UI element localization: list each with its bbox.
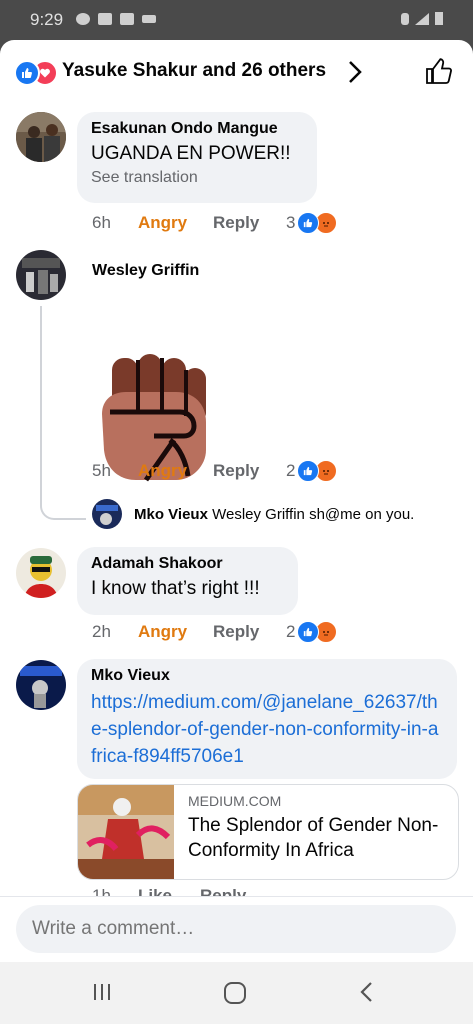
reaction-count[interactable]: 2 [286,461,295,481]
reaction-button[interactable]: Angry [138,622,213,642]
comment-author[interactable]: Adamah Shakoor [91,555,284,573]
like-reaction-icon [297,460,320,482]
reaction-button[interactable]: Angry [138,461,213,481]
reaction-count[interactable]: 3 [286,213,295,233]
reply-button[interactable]: Reply [200,886,246,896]
comment-bubble[interactable]: Mko Vieux https://medium.com/@janelane_6… [77,659,457,779]
comment-input[interactable] [16,905,456,953]
avatar[interactable] [16,548,66,598]
image-icon [120,13,134,25]
comment-actions: 1h Like Reply [92,886,246,896]
avatar[interactable] [16,250,66,300]
comment-actions: 5h Angry Reply 2 [92,460,338,482]
reaction-summary-icons[interactable] [297,212,338,234]
thread-line [40,306,86,520]
recent-apps-icon[interactable] [90,980,114,1009]
like-button[interactable]: Like [138,886,200,896]
avatar[interactable] [92,499,122,529]
comment-author[interactable]: Wesley Griffin [92,262,199,280]
like-outline-icon[interactable] [424,56,454,91]
signal-icon [415,13,429,25]
reply-author[interactable]: Mko Vieux [134,506,208,523]
reply-preview[interactable]: Mko Vieux Wesley Griffin sh@me on you. [134,506,414,523]
reply-text: Wesley Griffin sh@me on you. [212,506,415,523]
reaction-button[interactable]: Angry [138,213,213,233]
reaction-icons [14,60,60,86]
notification-icons [76,13,156,25]
back-icon[interactable] [356,980,380,1009]
home-icon[interactable] [222,980,248,1011]
comments-list: Esakunan Ondo Mangue UGANDA EN POWER!! S… [0,104,473,896]
comment-bubble[interactable]: Esakunan Ondo Mangue UGANDA EN POWER!! S… [77,112,317,203]
reaction-summary-icons[interactable] [297,621,338,643]
comment-author[interactable]: Esakunan Ondo Mangue [91,120,303,138]
link-title[interactable]: The Splendor of Gender Non-Conformity In… [188,813,443,863]
comment-time: 5h [92,461,111,480]
like-reaction-icon [297,212,320,234]
link-preview-image [78,785,174,879]
comment-time: 6h [92,213,111,232]
avatar[interactable] [16,112,66,162]
comment-actions: 6h Angry Reply 3 [92,212,338,234]
comment-time: 2h [92,622,111,641]
comment-bubble[interactable]: Adamah Shakoor I know that’s right !!! [77,547,298,615]
comment-author[interactable]: Mko Vieux [91,667,443,685]
like-reaction-icon [14,60,40,86]
key-icon [142,15,156,23]
alarm-icon [401,13,409,25]
reply-button[interactable]: Reply [213,213,286,233]
status-bar: 9:29 [0,0,473,40]
android-nav-bar [0,962,473,1024]
comment-text: I know that’s right !!! [91,578,260,599]
comment-composer [0,896,473,962]
reply-button[interactable]: Reply [213,461,286,481]
comment-actions: 2h Angry Reply 2 [92,621,338,643]
comments-sheet: Yasuke Shakur and 26 others Esakunan Ond… [0,40,473,962]
chevron-right-icon[interactable] [345,58,365,91]
messenger-icon [76,13,90,25]
reactions-summary[interactable]: Yasuke Shakur and 26 others [62,60,326,82]
reaction-summary-icons[interactable] [297,460,338,482]
comment-time: 1h [92,886,111,896]
link-domain: MEDIUM.COM [188,793,282,809]
like-reaction-icon [297,621,320,643]
status-time: 9:29 [30,10,64,29]
mail-icon [98,13,112,25]
avatar[interactable] [16,660,66,710]
reply-button[interactable]: Reply [213,622,286,642]
battery-icon [435,12,443,25]
link-preview-card[interactable]: MEDIUM.COM The Splendor of Gender Non-Co… [77,784,459,880]
comment-text: UGANDA EN POWER!! [91,143,291,164]
reaction-count[interactable]: 2 [286,622,295,642]
reactions-header[interactable]: Yasuke Shakur and 26 others [0,40,473,104]
system-icons [401,12,443,25]
see-translation-link[interactable]: See translation [91,169,303,187]
comment-link[interactable]: https://medium.com/@janelane_62637/the-s… [91,689,443,770]
